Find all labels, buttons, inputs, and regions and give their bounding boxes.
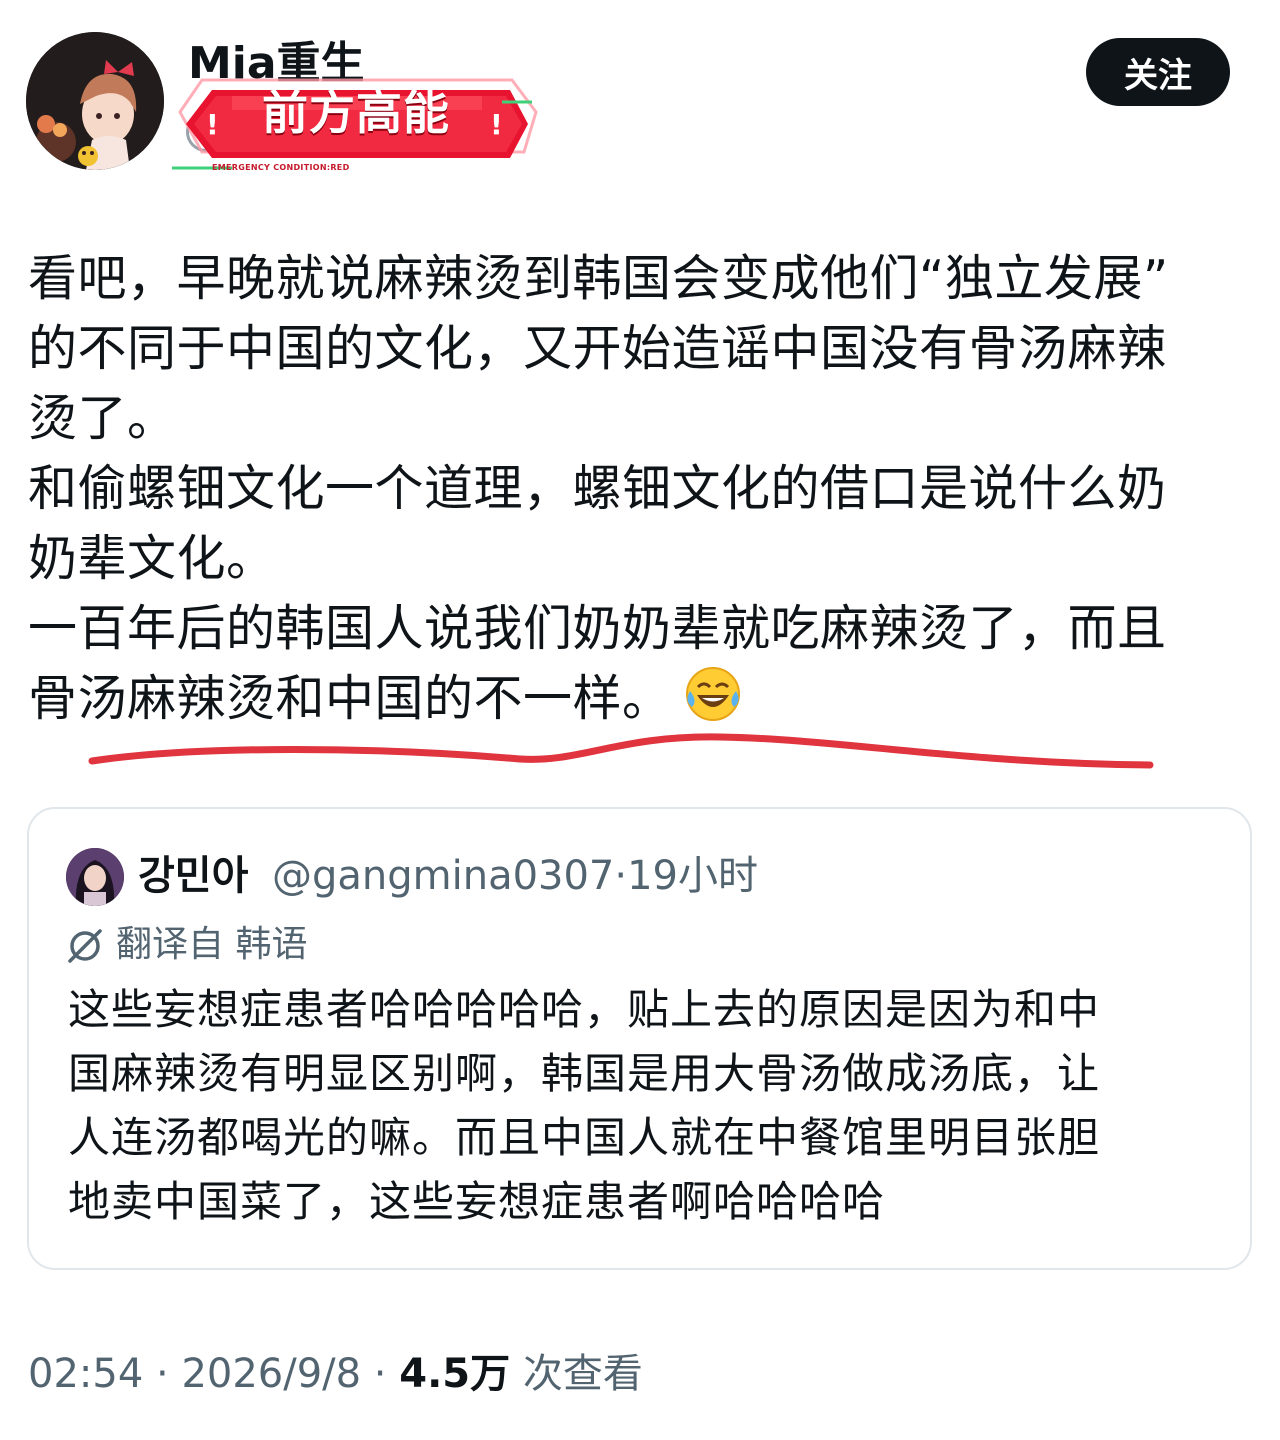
post-date[interactable]: 2026/9/8 xyxy=(181,1351,361,1397)
separator-dot: · xyxy=(143,1351,182,1397)
post-line: 奶辈文化。 xyxy=(28,530,276,587)
post-line: 一百年后的韩国人说我们奶奶辈就吃麻辣烫了，而且 xyxy=(28,600,1167,657)
post-line: 和偷螺钿文化一个道理，螺钿文化的借口是说什么奶 xyxy=(28,460,1167,517)
views-label-spacer xyxy=(510,1351,523,1397)
quoted-post-text: 这些妄想症患者哈哈哈哈哈，贴上去的原因是因为和中 国麻辣烫有明显区别啊，韩国是用… xyxy=(68,978,1218,1234)
quoted-post-time: 19小时 xyxy=(627,853,759,899)
translate-icon xyxy=(68,929,102,963)
exclamation-icon: ! xyxy=(490,108,503,141)
post-line-text: 骨汤麻辣烫和中国的不一样。 xyxy=(28,670,672,727)
translated-from-label[interactable]: 翻译自 韩语 xyxy=(116,922,307,968)
separator-dot: · xyxy=(614,853,628,899)
red-underline-annotation xyxy=(88,733,1154,769)
quoted-author-name[interactable]: 강민아 xyxy=(138,852,248,900)
sticker-subtext: EMERGENCY CONDITION:RED xyxy=(212,163,350,172)
post-line: 看吧，早晚就说麻辣烫到韩国会变成他们“独立发展” xyxy=(28,250,1169,307)
quoted-author-meta: @gangmina0307·19小时 xyxy=(272,852,758,900)
sticker-text: 前方高能 xyxy=(262,86,450,140)
views-label: 次查看 xyxy=(522,1351,643,1397)
quoted-line: 地卖中国菜了，这些妄想症患者啊哈哈哈哈 xyxy=(68,1177,886,1226)
post-metadata: 02:54 · 2026/9/8 · 4.5万 次查看 xyxy=(28,1348,643,1400)
post-time[interactable]: 02:54 xyxy=(28,1351,143,1397)
quoted-author-handle[interactable]: @gangmina0307 xyxy=(272,853,614,899)
anime-girl-avatar-icon xyxy=(26,32,164,170)
face-with-tears-of-joy-icon xyxy=(685,667,740,721)
post-line: 烫了。 xyxy=(28,390,177,447)
author-avatar[interactable] xyxy=(26,32,164,170)
post-line: 的不同于中国的文化，又开始造谣中国没有骨汤麻辣 xyxy=(28,320,1167,377)
post-line-last: 骨汤麻辣烫和中国的不一样。 xyxy=(28,664,1243,734)
follow-button[interactable]: 关注 xyxy=(1086,38,1230,106)
views-count: 4.5万 xyxy=(399,1351,511,1397)
quoted-line: 国麻辣烫有明显区别啊，韩国是用大骨汤做成汤底，让 xyxy=(68,1049,1101,1098)
post-text: 看吧，早晚就说麻辣烫到韩国会变成他们“独立发展” 的不同于中国的文化，又开始造谣… xyxy=(28,244,1243,734)
profile-photo-icon xyxy=(66,848,124,906)
quoted-line: 人连汤都喝光的嘛。而且中国人就在中餐馆里明目张胆 xyxy=(68,1113,1101,1162)
exclamation-icon: ! xyxy=(206,108,219,141)
separator-dot: · xyxy=(361,1351,400,1397)
quoted-author-avatar[interactable] xyxy=(66,848,124,906)
quoted-line: 这些妄想症患者哈哈哈哈哈，贴上去的原因是因为和中 xyxy=(68,985,1101,1034)
